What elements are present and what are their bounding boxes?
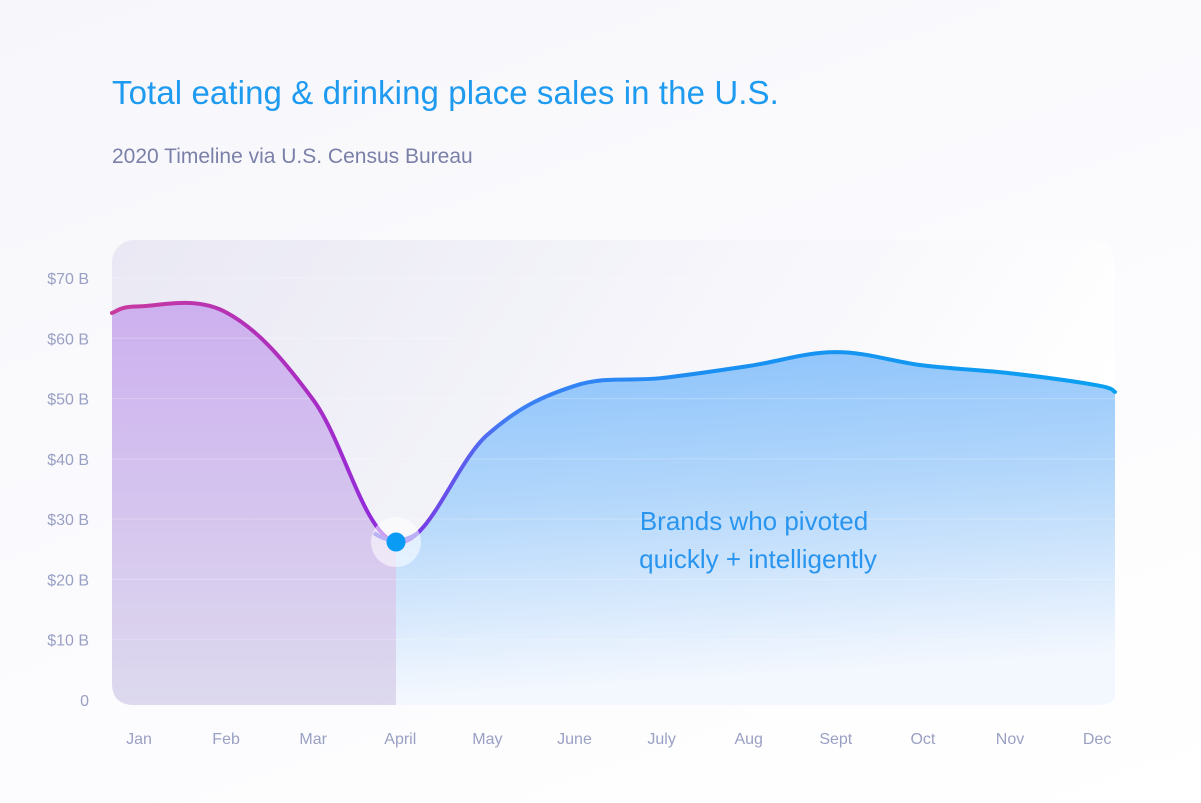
x-tick-label: Dec <box>1083 731 1111 748</box>
y-tick-label: $30 B <box>47 512 89 529</box>
x-tick-label: April <box>384 731 416 748</box>
x-tick-label: Feb <box>212 731 240 748</box>
annotation-line-2: quickly + intelligently <box>639 544 877 574</box>
y-tick-label: 0 <box>80 693 89 710</box>
x-tick-label: Mar <box>299 731 327 748</box>
x-tick-label: Nov <box>996 731 1024 748</box>
y-axis: 0 $10 B $20 B $30 B $40 B $50 B $60 B $70 B <box>47 271 89 710</box>
annotation-line-1: Brands who pivoted <box>640 506 868 536</box>
y-tick-label: $40 B <box>47 452 89 469</box>
highlight-point[interactable] <box>386 532 406 552</box>
x-tick-label: Oct <box>910 731 935 748</box>
x-tick-label: Jan <box>126 731 152 748</box>
y-tick-label: $60 B <box>47 331 89 348</box>
x-tick-label: May <box>472 731 502 748</box>
x-tick-label: Sept <box>819 731 852 748</box>
y-tick-label: $70 B <box>47 271 89 288</box>
y-tick-label: $10 B <box>47 633 89 650</box>
y-tick-label: $20 B <box>47 572 89 589</box>
y-tick-label: $50 B <box>47 392 89 409</box>
x-tick-label: June <box>557 731 592 748</box>
x-tick-label: July <box>647 731 675 748</box>
x-axis: Jan Feb Mar April May June July Aug Sept Oct Nov De… <box>126 731 1111 748</box>
x-tick-label: Aug <box>734 731 762 748</box>
chart-svg: 0 $10 B $20 B $30 B $40 B $50 B $60 B $70 B Jan… <box>47 240 1117 748</box>
